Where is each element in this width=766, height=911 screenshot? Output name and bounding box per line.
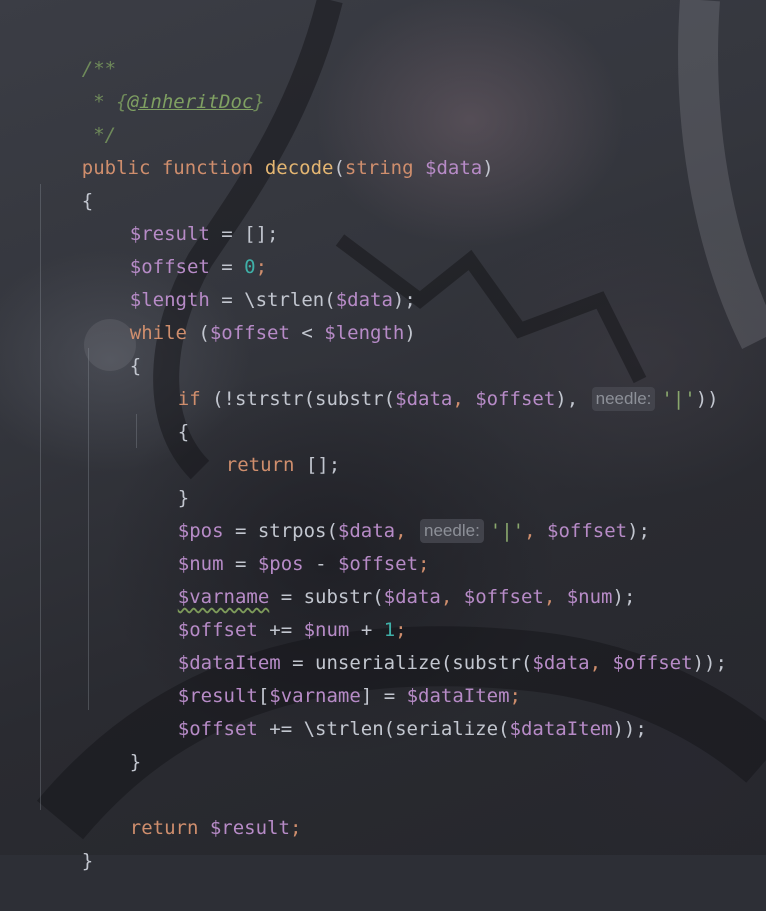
- code-line-18: $offset += $num + 1;: [132, 581, 407, 641]
- brace-close: }: [81, 850, 94, 872]
- call-close: ),: [555, 388, 590, 410]
- keyword-function: function: [161, 157, 254, 179]
- code-line-2: * {@inheritDoc}: [36, 53, 265, 113]
- comma: ,: [440, 586, 464, 608]
- variable-offset[interactable]: $offset: [464, 586, 544, 608]
- code-line-9: while ($offset < $length): [84, 284, 416, 344]
- code-line-8: $length = \strlen($data);: [84, 251, 416, 311]
- call-end: );: [612, 586, 636, 608]
- paren: (: [333, 157, 345, 179]
- code-line-3: */: [36, 86, 116, 146]
- code-line-20: $result[$varname] = $dataItem;: [132, 647, 521, 707]
- brace-close: }: [129, 751, 142, 773]
- code-line-22: }: [84, 713, 141, 773]
- code-line-13: return [];: [180, 416, 340, 476]
- code-line-24: return $result;: [84, 779, 302, 839]
- keyword-return: return: [225, 454, 295, 476]
- keyword-return: return: [129, 817, 199, 839]
- semicolon: ;: [289, 817, 302, 839]
- code-line-12: {: [132, 383, 189, 443]
- comma: ,: [452, 388, 476, 410]
- variable-offset[interactable]: $offset: [547, 520, 627, 542]
- string-literal: '|': [489, 520, 525, 542]
- code-line-17: $varname = substr($data, $offset, $num);: [132, 548, 636, 608]
- code-line-21: $offset += \strlen(serialize($dataItem))…: [132, 680, 647, 740]
- code-line-4: public function decode(string $data): [36, 119, 494, 179]
- call-end: ));: [612, 718, 647, 740]
- doc-comment-brace: }: [253, 91, 265, 113]
- code-line-14: }: [132, 449, 189, 509]
- variable-offset[interactable]: $offset: [210, 322, 290, 344]
- comma: ,: [524, 520, 548, 542]
- function-name-decode[interactable]: decode: [265, 157, 334, 179]
- variable-data[interactable]: $data: [395, 388, 452, 410]
- inheritdoc-tag[interactable]: @inheritDoc: [128, 91, 254, 113]
- code-line-15: $pos = strpos($data, needle: '|', $offset…: [132, 482, 650, 543]
- empty-array: [];: [294, 454, 341, 476]
- variable-offset[interactable]: $offset: [475, 388, 555, 410]
- code-line-19: $dataItem = unserialize(substr($data, $o…: [132, 614, 727, 674]
- code-line-25: }: [36, 812, 93, 872]
- serialize-call: += \strlen(serialize(: [257, 718, 510, 740]
- variable-offset[interactable]: $offset: [612, 652, 692, 674]
- parameter-hint-needle: needle:: [420, 519, 484, 543]
- operator: <: [289, 322, 325, 344]
- code-line-1: /**: [36, 20, 116, 80]
- strstr-call: (!strstr(substr(: [200, 388, 396, 410]
- comma: ,: [543, 586, 567, 608]
- variable-result[interactable]: $result: [210, 817, 290, 839]
- paren: (: [186, 322, 210, 344]
- string-literal: '|': [661, 388, 696, 410]
- call-end: );: [627, 520, 650, 542]
- code-line-10: {: [84, 317, 141, 377]
- variable-length[interactable]: $length: [324, 322, 404, 344]
- param-data[interactable]: $data: [425, 157, 482, 179]
- variable-dataitem[interactable]: $dataItem: [510, 718, 613, 740]
- paren: ): [482, 157, 494, 179]
- indent-guide: [40, 184, 41, 810]
- variable-num[interactable]: $num: [567, 586, 613, 608]
- code-line-5: {: [36, 152, 93, 212]
- comma: ,: [589, 652, 613, 674]
- code-line-16: $num = $pos - $offset;: [132, 515, 430, 575]
- code-editor[interactable]: /** * {@inheritDoc} */ public function d…: [0, 0, 766, 872]
- code-line-6: $result = [];: [84, 185, 279, 245]
- variable-data[interactable]: $data: [532, 652, 589, 674]
- variable-offset[interactable]: $offset: [178, 718, 258, 740]
- type-string: string: [344, 157, 414, 179]
- code-line-7: $offset = 0;: [84, 218, 267, 278]
- code-line-11: if (!strstr(substr($data, $offset), need…: [132, 350, 719, 411]
- call-end: ));: [692, 652, 727, 674]
- paren: ): [404, 322, 416, 344]
- parameter-hint-needle: needle:: [591, 387, 656, 411]
- call-end: )): [695, 388, 719, 410]
